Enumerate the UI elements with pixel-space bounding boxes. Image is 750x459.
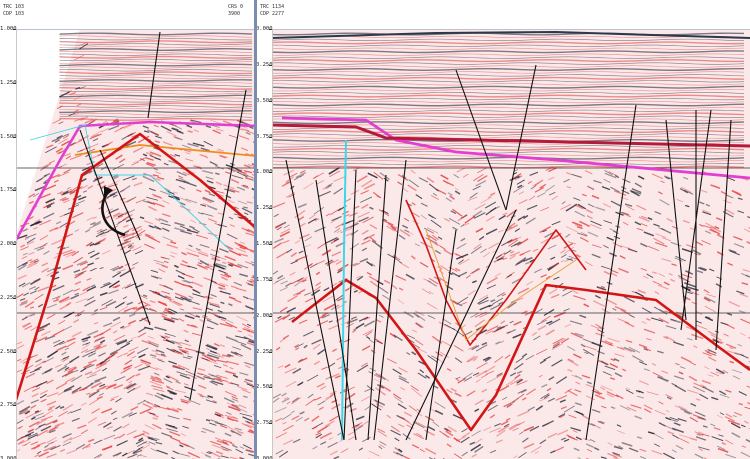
header-right-value-2: 3900 xyxy=(228,11,241,17)
cdp-label: CDP 2277 xyxy=(260,11,285,17)
seismic-panel-left[interactable]: TRC 103 CDP 103 CRS 0 3900 1.000 1.250 1.5… xyxy=(0,0,256,459)
panel-divider[interactable] xyxy=(254,0,257,459)
time-tick-mark xyxy=(13,351,16,353)
panel-header-left: TRC 103 CDP 103 CRS 0 3900 xyxy=(0,0,256,30)
time-axis-right: 0.000 0.250 0.500 0.750 1.000 1.250 1.500 1.750… xyxy=(256,26,273,459)
cdp-label: CDP 103 xyxy=(3,11,25,17)
time-tick-mark xyxy=(269,172,272,174)
time-tick-mark xyxy=(269,244,272,245)
trace-label: TRC 103 xyxy=(3,4,25,10)
time-tick-mark xyxy=(269,423,272,425)
time-tick-mark xyxy=(269,387,272,389)
time-axis-left: 1.000 1.250 1.500 1.750 2.000 2.250 2.500 2.750… xyxy=(0,26,17,459)
header-right-value-1: CRS 0 xyxy=(228,4,244,10)
time-tick-mark xyxy=(269,29,272,30)
time-tick-mark xyxy=(13,405,16,407)
time-tick-mark xyxy=(269,136,272,138)
time-tick-mark xyxy=(13,297,16,299)
seismic-panel-right[interactable]: TRC 1134 CDP 2277 0.000 0.250 0.500 0.750 1.… xyxy=(256,0,750,459)
time-tick-mark xyxy=(269,208,272,210)
seismic-section-left[interactable] xyxy=(0,0,256,459)
seismic-section-right[interactable] xyxy=(256,0,750,459)
time-tick-mark xyxy=(269,279,272,281)
reflection-event xyxy=(215,172,220,175)
time-tick-mark xyxy=(269,351,272,353)
trace-label: TRC 1134 xyxy=(260,4,285,10)
time-tick-mark xyxy=(269,315,272,317)
time-tick-mark xyxy=(13,136,16,138)
time-tick-mark xyxy=(269,64,272,66)
reflection-event xyxy=(205,419,211,422)
time-tick-mark xyxy=(13,29,16,30)
time-tick-mark xyxy=(13,82,16,84)
panel-header-right: TRC 1134 CDP 2277 xyxy=(256,0,750,30)
time-tick-mark xyxy=(13,244,16,245)
time-tick-mark xyxy=(13,190,16,192)
time-tick-mark xyxy=(269,100,272,102)
